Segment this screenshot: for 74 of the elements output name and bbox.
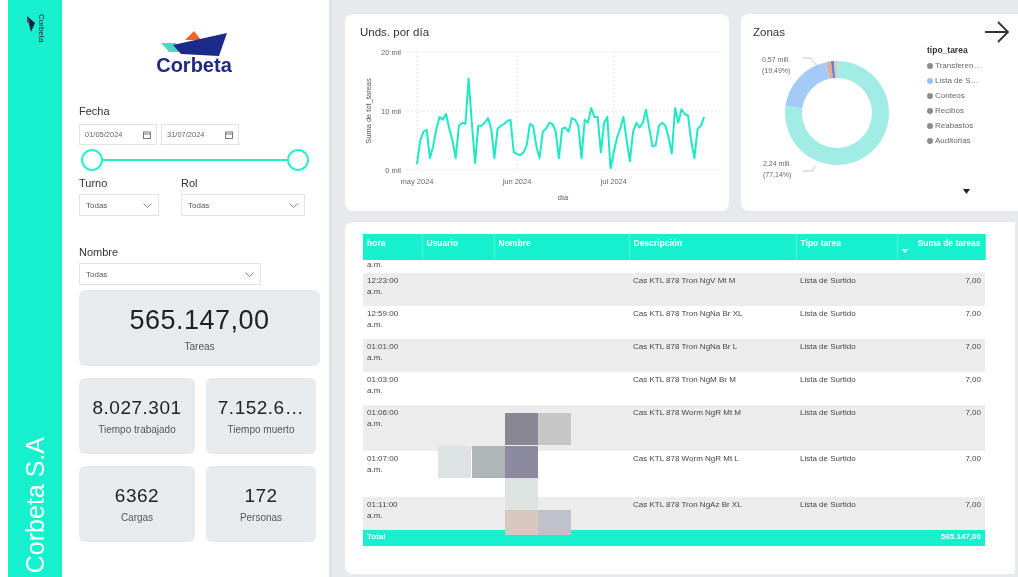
kpi-label: Tareas xyxy=(184,340,215,352)
kpi-value: 8.027.301 xyxy=(92,397,182,419)
filter-label: Fecha xyxy=(79,105,111,117)
time-text: 01:06:00 a.m. xyxy=(367,408,400,430)
chevron-down-icon xyxy=(289,202,298,208)
ship-icon xyxy=(25,14,36,34)
dropdown[interactable]: Todas xyxy=(79,194,159,216)
filter-label: Turno xyxy=(79,177,109,189)
leader-line xyxy=(802,165,816,172)
number-text: 7,00 xyxy=(965,500,981,510)
time-text: 01:11:00 a.m. xyxy=(367,500,399,522)
caret-down-icon[interactable] xyxy=(963,189,970,194)
kpi-label: Tiempo muerto xyxy=(227,424,295,435)
slider-handle[interactable] xyxy=(81,149,103,171)
time-text: 12:23:00 a.m. xyxy=(367,276,400,298)
kpi-label: Tiempo trabajado xyxy=(98,424,176,435)
dropdown[interactable]: Todas xyxy=(181,194,305,216)
legend-label[interactable]: Reabastos xyxy=(935,121,974,130)
cell-text: Lista de Surtido xyxy=(800,375,856,385)
chart-title: Unds. por día xyxy=(360,26,430,38)
number-text: 7,00 xyxy=(965,276,981,286)
time-text: 01:03:00 a.m. xyxy=(367,375,400,397)
brand-wordmark: Corbeta xyxy=(156,54,232,77)
number-text: 7,00 xyxy=(965,309,981,319)
filter-label: Rol xyxy=(181,177,199,189)
legend-label[interactable]: Recibos xyxy=(935,106,964,115)
legend-label[interactable]: Conteos xyxy=(935,91,965,100)
cell-text: Lista de Surtido xyxy=(800,454,856,464)
cell-text: Cas KTL 878 Tron NgNa Br XL xyxy=(633,309,743,319)
cell-text: Cas KTL 878 Tron NgAz Br XL xyxy=(633,500,742,510)
number-text: 7,00 xyxy=(965,342,981,352)
kpi-value: 7.152.6… xyxy=(217,397,305,419)
time-text: a.m. xyxy=(367,260,384,271)
cell-text: Cas KTL 878 Tron NgNa Br L xyxy=(633,342,738,352)
filter-label: Nombre xyxy=(79,246,120,258)
number-text: 7,00 xyxy=(965,408,981,418)
cell-text: Lista de Surtido xyxy=(800,408,856,418)
kpi-value: 172 xyxy=(244,485,278,507)
chevron-down-icon xyxy=(245,271,254,277)
legend-label[interactable]: Transferen… xyxy=(935,61,982,70)
logo-text: Corbeta xyxy=(36,14,45,43)
cell-text: Cas KTL 878 Worm NgR Mt L xyxy=(633,454,739,464)
leader-line xyxy=(802,57,818,67)
time-text: 01:07:00 a.m. xyxy=(367,454,400,476)
number-text: 7,00 xyxy=(965,454,981,464)
number-text: 7,00 xyxy=(965,375,981,385)
cell-text: Cas KTL 878 Worm NgR Mt M xyxy=(633,408,742,418)
sidebar-title: Corbeta S.A xyxy=(22,436,48,573)
cell-text: Lista de Surtido xyxy=(800,309,856,319)
calendar-icon xyxy=(225,130,233,139)
ship-logo-icon xyxy=(161,30,227,56)
legend-label[interactable]: Lista de S… xyxy=(935,76,979,85)
kpi-label: Personas xyxy=(239,512,283,523)
chart-title: Zonas xyxy=(753,26,785,38)
chevron-down-icon xyxy=(143,202,152,208)
dropdown[interactable]: Todas xyxy=(79,263,261,285)
kpi-value: 6362 xyxy=(114,485,160,507)
legend-title: tipo_tarea xyxy=(927,45,969,55)
total-label: Total xyxy=(367,532,386,542)
cell-text: Lista de Surtido xyxy=(800,342,856,352)
total-value: 565.147,00 xyxy=(940,532,981,542)
time-text: 12:59:00 a.m. xyxy=(367,309,400,331)
cell-text: Lista de Surtido xyxy=(800,500,856,510)
calendar-icon xyxy=(143,130,151,139)
time-text: 01:01:00 a.m. xyxy=(367,342,400,364)
slider-handle[interactable] xyxy=(287,149,309,171)
arrow-right-icon[interactable] xyxy=(984,21,1010,43)
cell-text: Cas KTL 878 Tron NgV Mt M xyxy=(633,276,736,286)
cell-text: Cas KTL 878 Tron NgM Br M xyxy=(633,375,736,385)
legend-label[interactable]: Auditorias xyxy=(935,136,971,145)
date-range-slider[interactable] xyxy=(81,149,307,171)
kpi-label: Cargas xyxy=(120,512,154,523)
cell-text: Lista de Surtido xyxy=(800,276,856,286)
kpi-value: 565.147,00 xyxy=(129,304,270,336)
